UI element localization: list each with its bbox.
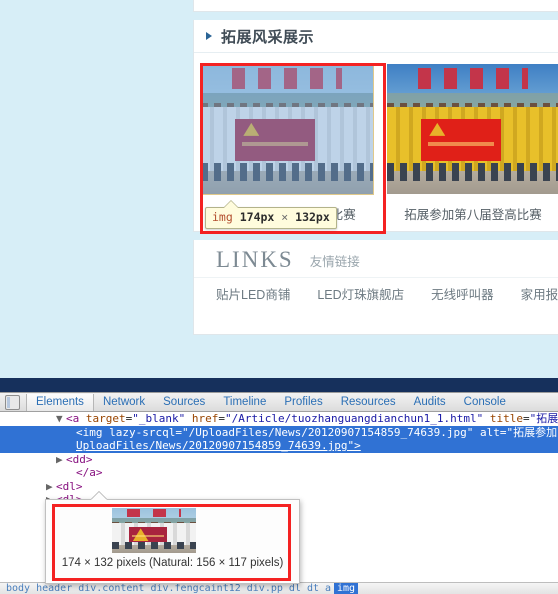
breadcrumb-item[interactable]: a (322, 583, 334, 594)
breadcrumb-item-selected[interactable]: img (334, 583, 359, 594)
link-item[interactable]: 贴片LED商铺 (216, 284, 290, 303)
dom-node-img-wrap[interactable]: UploadFiles/News/20120907154859_74639.jp… (0, 439, 558, 453)
element-size-tooltip: img 174px × 132px (205, 207, 337, 229)
anchor-tag: <a (66, 412, 86, 425)
dom-row-text[interactable]: </a> (0, 466, 558, 480)
attr-target-value: "_blank" (132, 412, 186, 425)
disclosure-triangle-icon[interactable]: ▶ (46, 480, 56, 494)
gallery-image-1[interactable] (200, 63, 374, 195)
attr-href-value: "/Article/tuozhanguangdianchun1_1.html" (224, 412, 484, 425)
breadcrumb-item[interactable]: div.pp (244, 583, 286, 594)
section-header: 拓展风采展示 (194, 20, 558, 53)
tab-sources[interactable]: Sources (154, 394, 214, 411)
photo-graphic (387, 64, 558, 194)
breadcrumb-item[interactable]: body (3, 583, 33, 594)
attr-title-value: "拓展 (529, 412, 558, 425)
dock-to-right-icon[interactable] (5, 394, 20, 410)
breadcrumb-item[interactable]: div.content (75, 583, 147, 594)
links-list: 贴片LED商铺 LED灯珠旗舰店 无线呼叫器 家用报警 (194, 278, 558, 308)
links-heading-cn: 友情链接 (309, 255, 360, 269)
disclosure-triangle-icon[interactable]: ▶ (56, 453, 66, 467)
panel-above (193, 0, 558, 12)
links-header: LINKS 友情链接 (194, 240, 558, 278)
links-panel: LINKS 友情链接 贴片LED商铺 LED灯珠旗舰店 无线呼叫器 家用报警 (193, 240, 558, 335)
tab-network[interactable]: Network (94, 394, 154, 411)
breadcrumb-item[interactable]: dt (304, 583, 322, 594)
attr-href: href (191, 412, 219, 425)
section-title: 拓展风采展示 (221, 28, 315, 46)
tooltip-tag-name: img (212, 210, 233, 224)
tab-elements[interactable]: Elements (26, 393, 94, 411)
attr-lazy-srcql: lazy-srcql (109, 425, 176, 439)
breadcrumb-item[interactable]: header (33, 583, 75, 594)
web-page-viewport: 拓展风采展示 拓展参加第八届登高比赛 LINKS 友情链接 贴片LED商铺 LE… (0, 0, 558, 378)
dom-row-collapsed[interactable]: ▶<dl> (0, 480, 558, 494)
image-dimensions-text: 174 × 132 pixels (Natural: 156 × 117 pix… (61, 557, 284, 569)
dom-node-img-selected[interactable]: <img lazy-srcql="/UploadFiles/News/20120… (0, 425, 558, 439)
attr-target: target (85, 412, 126, 425)
page-footer-band (0, 378, 558, 392)
image-preview-thumbnail (112, 508, 196, 553)
gallery-caption-2[interactable]: 拓展参加第八届登高比赛 (404, 204, 542, 223)
image-preview-popover: 174 × 132 pixels (Natural: 156 × 117 pix… (45, 491, 300, 584)
breadcrumb-item[interactable]: div.fengcaint12 (147, 583, 243, 594)
attr-title: title (489, 412, 524, 425)
gallery-image-2[interactable] (386, 63, 558, 195)
img-tag: <img (76, 425, 110, 439)
attr-alt: alt (480, 425, 500, 439)
links-heading-en: LINKS (216, 247, 294, 272)
triangle-right-icon (206, 32, 212, 40)
tooltip-width: 174px (239, 210, 275, 224)
link-item[interactable]: 家用报警 (521, 284, 558, 303)
tooltip-height: 132px (295, 210, 330, 224)
tab-resources[interactable]: Resources (332, 394, 405, 411)
gallery-item[interactable]: 拓展参加第八届登高比赛 (194, 63, 380, 223)
dom-node-anchor[interactable]: ▼ <a target="_blank" href="/Article/tuozh… (0, 412, 558, 426)
attr-lazy-srcql-value: "/UploadFiles/News/20120907154859_74639.… (181, 425, 474, 439)
gallery-panel: 拓展风采展示 拓展参加第八届登高比赛 (193, 20, 558, 232)
link-item[interactable]: 无线呼叫器 (431, 284, 494, 303)
tab-audits[interactable]: Audits (405, 394, 455, 411)
gallery-item[interactable]: 拓展参加第八届登高比赛 (380, 63, 558, 223)
tab-timeline[interactable]: Timeline (214, 394, 275, 411)
tab-profiles[interactable]: Profiles (275, 394, 331, 411)
page-content-column: 拓展风采展示 拓展参加第八届登高比赛 LINKS 友情链接 贴片LED商铺 LE… (193, 0, 558, 343)
img-src-wrapped[interactable]: UploadFiles/News/20120907154859_74639.jp… (76, 439, 361, 452)
breadcrumb-item[interactable]: dl (286, 583, 304, 594)
dom-row-collapsed[interactable]: ▶ <dd> (0, 453, 558, 467)
photo-graphic (201, 64, 373, 194)
tooltip-separator: × (281, 210, 289, 224)
gallery-list: 拓展参加第八届登高比赛 拓展参加第八届登高比赛 (194, 53, 558, 231)
disclosure-triangle-icon[interactable]: ▼ (56, 412, 66, 426)
attr-alt-value: "拓展参加 (506, 425, 558, 439)
link-item[interactable]: LED灯珠旗舰店 (317, 284, 404, 303)
tab-console[interactable]: Console (455, 394, 515, 411)
devtools-toolbar: Elements Network Sources Timeline Profil… (0, 393, 558, 412)
